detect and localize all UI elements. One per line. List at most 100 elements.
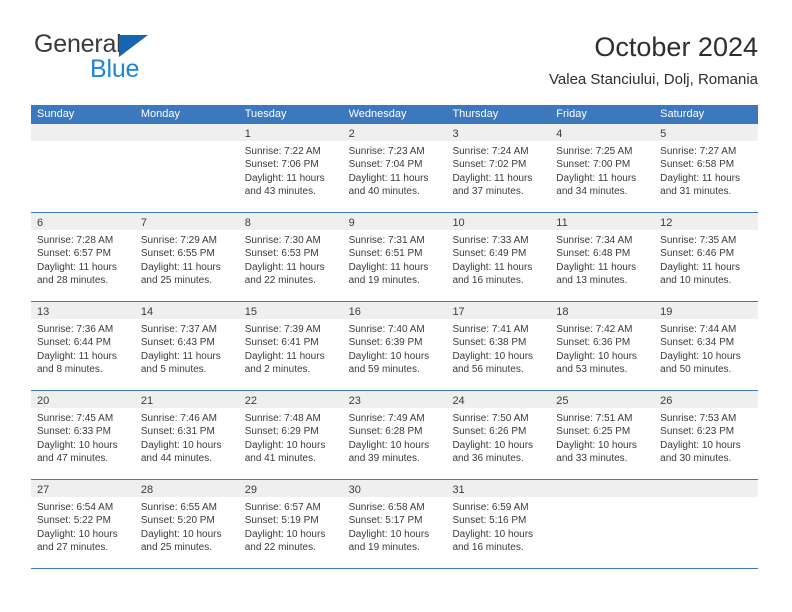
calendar-week-row: 27 Sunrise: 6:54 AM Sunset: 5:22 PM Dayligh… bbox=[31, 480, 759, 569]
day-cell-19[interactable]: 19 Sunrise: 7:44 AM Sunset: 6:34 PM Dayligh… bbox=[654, 302, 759, 390]
day-number-bar: 30 bbox=[342, 480, 447, 497]
day-detail-line: Sunrise: 7:48 AM bbox=[244, 413, 321, 424]
weekday-header-tuesday: Tuesday bbox=[244, 108, 287, 120]
day-cell-1[interactable]: 1 Sunrise: 7:22 AM Sunset: 7:06 PM Daylight… bbox=[238, 124, 343, 212]
day-detail-line: Daylight: 10 hours bbox=[244, 439, 326, 451]
day-cell-2[interactable]: 2 Sunrise: 7:23 AM Sunset: 7:04 PM Daylight… bbox=[342, 124, 447, 212]
day-detail-line: Sunrise: 6:55 AM bbox=[140, 502, 218, 513]
day-detail-line: Daylight: 10 hours bbox=[348, 439, 430, 451]
day-number: 3 bbox=[452, 128, 459, 140]
day-detail-line: Sunset: 6:46 PM bbox=[660, 248, 735, 260]
day-detail-line: Sunset: 6:34 PM bbox=[660, 337, 735, 349]
day-cell-8[interactable]: 8 Sunrise: 7:30 AM Sunset: 6:53 PM Daylight… bbox=[238, 213, 343, 301]
day-cell-22[interactable]: 22 Sunrise: 7:48 AM Sunset: 6:29 PM Dayligh… bbox=[238, 391, 343, 479]
day-cell-5[interactable]: 5 Sunrise: 7:27 AM Sunset: 6:58 PM Daylight… bbox=[654, 124, 759, 212]
day-detail-line: Sunrise: 7:40 AM bbox=[348, 324, 425, 335]
day-details: Sunrise: 7:27 AM Sunset: 6:58 PM Daylight:… bbox=[654, 141, 758, 199]
day-cell-10[interactable]: 10 Sunrise: 7:33 AM Sunset: 6:49 PM Dayligh… bbox=[446, 213, 551, 301]
day-detail-line: Daylight: 11 hours bbox=[452, 172, 533, 184]
calendar-page: General Blue October 2024 Valea Stanciul… bbox=[0, 0, 792, 612]
day-number-bar: 10 bbox=[446, 213, 551, 230]
weekday-header-saturday: Saturday bbox=[660, 108, 705, 120]
day-detail-line: Sunset: 6:38 PM bbox=[452, 337, 527, 349]
day-cell-empty bbox=[654, 480, 759, 568]
day-cell-13[interactable]: 13 Sunrise: 7:36 AM Sunset: 6:44 PM Dayligh… bbox=[31, 302, 135, 390]
day-detail-line: Sunset: 6:49 PM bbox=[452, 248, 527, 260]
day-cell-9[interactable]: 9 Sunrise: 7:31 AM Sunset: 6:51 PM Daylight… bbox=[342, 213, 447, 301]
day-number-bar: 17 bbox=[446, 302, 551, 319]
day-detail-line: and 37 minutes. bbox=[452, 186, 524, 198]
day-detail-line: and 8 minutes. bbox=[37, 364, 103, 376]
day-detail-line: and 59 minutes. bbox=[348, 364, 420, 376]
page-title: October 2024 bbox=[594, 32, 758, 62]
day-detail-line: Sunrise: 7:22 AM bbox=[244, 146, 321, 157]
day-number-bar: 18 bbox=[550, 302, 655, 319]
day-detail-line: Sunrise: 6:57 AM bbox=[244, 502, 321, 513]
day-cell-6[interactable]: 6 Sunrise: 7:28 AM Sunset: 6:57 PM Daylight… bbox=[31, 213, 135, 301]
day-number-bar bbox=[134, 124, 239, 141]
brand-logo-top: General bbox=[34, 30, 274, 58]
day-number: 6 bbox=[37, 217, 44, 229]
day-number-bar: 8 bbox=[238, 213, 343, 230]
day-detail-line: Sunrise: 7:34 AM bbox=[556, 235, 633, 246]
day-cell-11[interactable]: 11 Sunrise: 7:34 AM Sunset: 6:48 PM Dayligh… bbox=[550, 213, 655, 301]
day-cell-21[interactable]: 21 Sunrise: 7:46 AM Sunset: 6:31 PM Dayligh… bbox=[134, 391, 239, 479]
day-cell-30[interactable]: 30 Sunrise: 6:58 AM Sunset: 5:17 PM Dayligh… bbox=[342, 480, 447, 568]
day-details bbox=[135, 141, 239, 145]
day-detail-line: and 47 minutes. bbox=[37, 453, 109, 465]
day-cell-17[interactable]: 17 Sunrise: 7:41 AM Sunset: 6:38 PM Dayligh… bbox=[446, 302, 551, 390]
calendar-week-row: 1 Sunrise: 7:22 AM Sunset: 7:06 PM Daylight… bbox=[31, 124, 759, 213]
day-cell-31[interactable]: 31 Sunrise: 6:59 AM Sunset: 5:16 PM Dayligh… bbox=[446, 480, 551, 568]
day-detail-line: and 16 minutes. bbox=[452, 542, 524, 554]
day-detail-line: Sunrise: 7:46 AM bbox=[140, 413, 218, 424]
day-detail-line: Sunset: 6:25 PM bbox=[556, 426, 631, 438]
day-cell-18[interactable]: 18 Sunrise: 7:42 AM Sunset: 6:36 PM Dayligh… bbox=[550, 302, 655, 390]
day-cell-15[interactable]: 15 Sunrise: 7:39 AM Sunset: 6:41 PM Dayligh… bbox=[238, 302, 343, 390]
day-cell-26[interactable]: 26 Sunrise: 7:53 AM Sunset: 6:23 PM Dayligh… bbox=[654, 391, 759, 479]
day-details bbox=[31, 141, 135, 145]
day-cell-12[interactable]: 12 Sunrise: 7:35 AM Sunset: 6:46 PM Dayligh… bbox=[654, 213, 759, 301]
day-detail-line: Daylight: 11 hours bbox=[140, 350, 221, 362]
day-number: 7 bbox=[140, 217, 147, 229]
day-number-bar: 1 bbox=[238, 124, 343, 141]
day-cell-4[interactable]: 4 Sunrise: 7:25 AM Sunset: 7:00 PM Daylight… bbox=[550, 124, 655, 212]
day-detail-line: Sunset: 6:41 PM bbox=[244, 337, 319, 349]
day-detail-line: Daylight: 11 hours bbox=[37, 350, 117, 362]
brand-name-general: General bbox=[34, 30, 122, 58]
day-detail-line: Sunset: 5:20 PM bbox=[140, 515, 215, 527]
day-cell-25[interactable]: 25 Sunrise: 7:51 AM Sunset: 6:25 PM Dayligh… bbox=[550, 391, 655, 479]
day-cell-27[interactable]: 27 Sunrise: 6:54 AM Sunset: 5:22 PM Dayligh… bbox=[31, 480, 135, 568]
day-cell-3[interactable]: 3 Sunrise: 7:24 AM Sunset: 7:02 PM Daylight… bbox=[446, 124, 551, 212]
day-cell-7[interactable]: 7 Sunrise: 7:29 AM Sunset: 6:55 PM Daylight… bbox=[134, 213, 239, 301]
day-cell-16[interactable]: 16 Sunrise: 7:40 AM Sunset: 6:39 PM Dayligh… bbox=[342, 302, 447, 390]
day-detail-line: Daylight: 11 hours bbox=[244, 261, 325, 273]
day-cell-28[interactable]: 28 Sunrise: 6:55 AM Sunset: 5:20 PM Dayligh… bbox=[134, 480, 239, 568]
day-detail-line: Daylight: 11 hours bbox=[660, 172, 741, 184]
day-cell-24[interactable]: 24 Sunrise: 7:50 AM Sunset: 6:26 PM Dayligh… bbox=[446, 391, 551, 479]
day-cell-14[interactable]: 14 Sunrise: 7:37 AM Sunset: 6:43 PM Dayligh… bbox=[134, 302, 239, 390]
day-cell-23[interactable]: 23 Sunrise: 7:49 AM Sunset: 6:28 PM Dayligh… bbox=[342, 391, 447, 479]
day-detail-line: Sunrise: 6:54 AM bbox=[37, 502, 114, 513]
day-number-bar: 25 bbox=[550, 391, 655, 408]
day-number: 4 bbox=[556, 128, 563, 140]
day-number: 16 bbox=[348, 306, 361, 318]
day-number-bar bbox=[654, 480, 759, 497]
brand-logo[interactable]: General Blue bbox=[34, 30, 274, 90]
day-cell-20[interactable]: 20 Sunrise: 7:45 AM Sunset: 6:33 PM Dayligh… bbox=[31, 391, 135, 479]
day-cell-29[interactable]: 29 Sunrise: 6:57 AM Sunset: 5:19 PM Dayligh… bbox=[238, 480, 343, 568]
calendar-grid: Sunday Monday Tuesday Wednesday Thursday Frid… bbox=[31, 105, 759, 569]
day-details: Sunrise: 7:48 AM Sunset: 6:29 PM Daylight:… bbox=[239, 408, 343, 466]
day-detail-line: Sunset: 6:23 PM bbox=[660, 426, 735, 438]
day-detail-line: and 19 minutes. bbox=[348, 542, 420, 554]
day-details bbox=[550, 497, 654, 501]
day-detail-line: and 2 minutes. bbox=[244, 364, 311, 376]
day-detail-line: Sunrise: 6:59 AM bbox=[452, 502, 529, 513]
day-number: 17 bbox=[452, 306, 465, 318]
day-detail-line: and 25 minutes. bbox=[140, 275, 213, 287]
day-number: 30 bbox=[348, 484, 361, 496]
page-header: General Blue October 2024 Valea Stanciul… bbox=[34, 30, 758, 94]
day-detail-line: and 22 minutes. bbox=[244, 275, 316, 287]
day-number-bar: 22 bbox=[238, 391, 343, 408]
day-detail-line: Sunrise: 7:29 AM bbox=[140, 235, 218, 246]
day-detail-line: Sunset: 7:00 PM bbox=[556, 159, 631, 171]
